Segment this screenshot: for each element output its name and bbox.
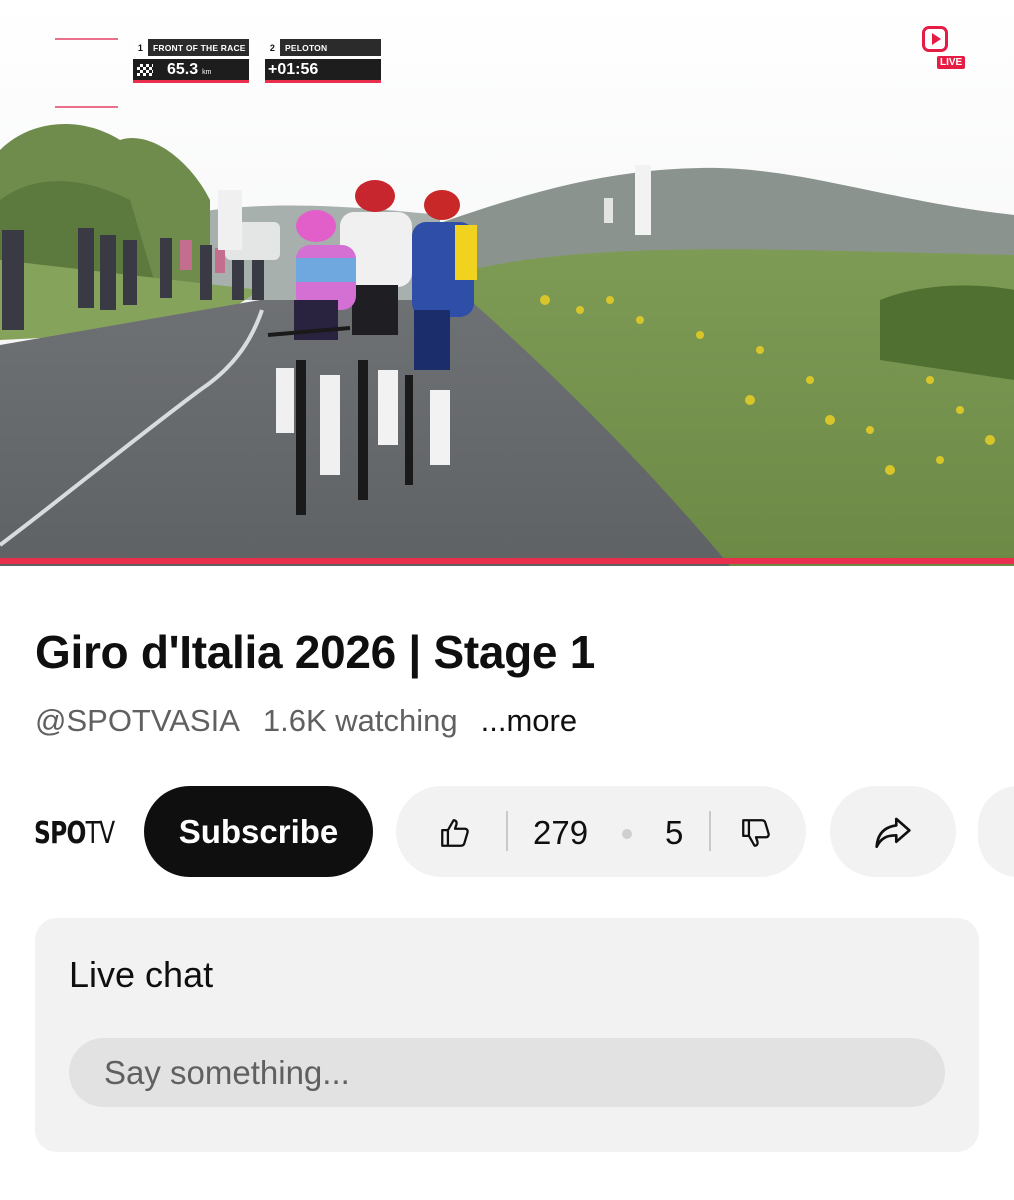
peloton-position: 2 [265, 39, 280, 56]
dislike-divider [709, 811, 711, 851]
channel-logo-tail: TV [85, 816, 116, 851]
live-chat-card[interactable]: Live chat [35, 918, 979, 1152]
count-separator-dot [622, 829, 632, 839]
like-divider [506, 811, 508, 851]
front-label: FRONT OF THE RACE [153, 42, 246, 53]
video-title: Giro d'Italia 2026 | Stage 1 [35, 626, 595, 678]
video-meta: @SPOTVASIA 1.6K watching ...more [35, 703, 577, 739]
subscribe-button[interactable]: Subscribe [144, 786, 373, 877]
like-count[interactable]: 279 [533, 814, 588, 852]
front-of-race-graphic: 1 FRONT OF THE RACE 65.3 km [133, 39, 249, 85]
front-distance: 65.3 [167, 60, 199, 78]
share-button[interactable] [830, 786, 956, 877]
dislike-count[interactable]: 5 [665, 814, 683, 852]
like-dislike-pill: 279 5 [396, 786, 806, 877]
live-chat-title: Live chat [69, 954, 214, 995]
video-info-sheet: Giro d'Italia 2026 | Stage 1 @SPOTVASIA … [0, 566, 1014, 1200]
checkered-flag-icon [137, 63, 153, 76]
channel-handle[interactable]: @SPOTVASIA [35, 703, 240, 739]
peloton-label: PELOTON [285, 42, 328, 53]
peloton-graphic: 2 PELOTON +01:56 [265, 39, 381, 85]
share-icon [875, 817, 911, 848]
channel-avatar[interactable]: SPOTV [34, 816, 116, 851]
peloton-gap: +01:56 [268, 60, 319, 78]
live-indicator: LIVE [920, 26, 976, 72]
more-link[interactable]: ...more [481, 703, 577, 739]
video-player[interactable]: 1 FRONT OF THE RACE 65.3 km 2 PELOTON +0… [0, 0, 1014, 566]
more-actions-button[interactable] [978, 786, 1014, 877]
thumbs-up-icon[interactable] [438, 816, 472, 850]
watching-count: 1.6K watching [262, 703, 458, 738]
chat-input[interactable] [69, 1038, 945, 1107]
race-logo [55, 38, 118, 108]
live-badge: LIVE [937, 56, 966, 69]
channel-logo-main: SPO [34, 816, 86, 851]
thumbs-down-icon[interactable] [739, 816, 773, 850]
video-progress-bar[interactable] [0, 558, 1014, 564]
front-distance-unit: km [202, 68, 212, 76]
front-position: 1 [133, 39, 148, 56]
play-icon [922, 26, 948, 52]
